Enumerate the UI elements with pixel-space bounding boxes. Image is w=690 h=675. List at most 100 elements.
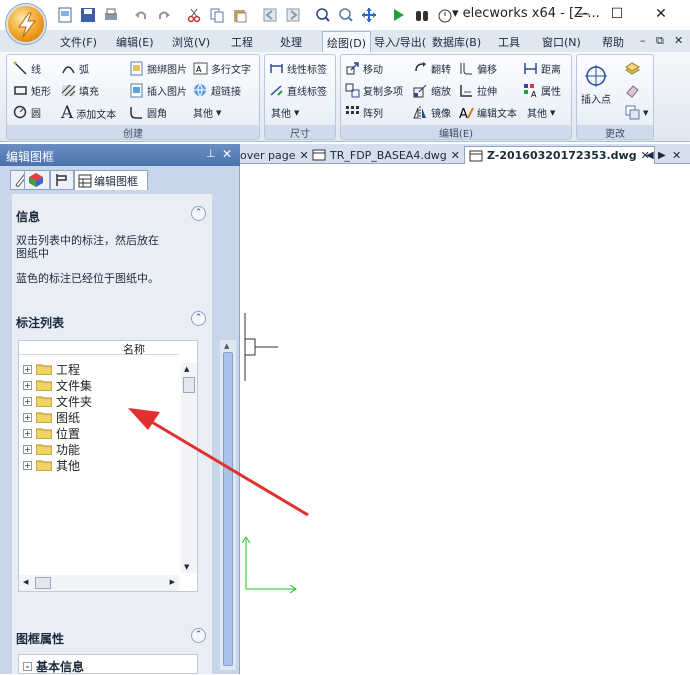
copy-icon[interactable] <box>206 4 228 26</box>
tree-item-project[interactable]: + 工程 <box>23 361 80 377</box>
title-block-marker <box>244 313 278 381</box>
tab-edit[interactable]: 编辑(E) <box>116 34 154 50</box>
ribbon-restore-icon[interactable]: ⧉ <box>656 34 664 48</box>
mtext-button[interactable]: A 多行文字 <box>193 61 251 76</box>
tab-draw[interactable]: 绘图(D) <box>322 31 372 52</box>
bind-image-button[interactable]: 捆绑图片 <box>129 61 187 76</box>
tab-help[interactable]: 帮助 <box>602 34 624 50</box>
tab-scroll-right-icon[interactable]: ▶ <box>658 146 666 164</box>
add-text-button[interactable]: A 添加文本 <box>61 103 116 123</box>
tree-horizontal-scrollbar[interactable]: ◀ ▶ <box>19 575 179 591</box>
tab-symbols[interactable] <box>50 170 74 190</box>
lightning-icon <box>18 12 36 38</box>
info-line-3: 蓝色的标注已经位于图纸中。 <box>16 272 159 285</box>
paste-icon[interactable] <box>229 4 251 26</box>
save-icon[interactable] <box>77 4 99 26</box>
fillet-button[interactable]: 圆角 <box>129 105 167 120</box>
group-create: 线 弧 捆绑图片 A 多行文字 矩形 填充 插入图片 超链接 圆 A 添加文本 圆角… <box>6 54 260 140</box>
panel-close-icon[interactable]: ✕ <box>222 147 232 161</box>
tree-item-folder[interactable]: + 文件夹 <box>23 393 92 409</box>
ucs-axis <box>242 536 297 594</box>
tree-item-other[interactable]: + 其他 <box>23 457 80 473</box>
pan-icon[interactable] <box>358 4 380 26</box>
drawing-canvas[interactable] <box>242 165 690 674</box>
hyperlink-button[interactable]: 超链接 <box>193 83 241 98</box>
attribute-button[interactable]: A 属性 <box>523 83 561 98</box>
tab-database[interactable]: 数据库(B) <box>432 34 481 50</box>
doc-tab-z-drawing[interactable]: Z-20160320172353.dwg ✕ <box>464 146 655 164</box>
stretch-button[interactable]: 拉伸 <box>459 83 497 98</box>
linear-dim-button[interactable]: 线性标签 <box>269 61 327 76</box>
tab-components[interactable] <box>24 170 50 190</box>
create-more-button[interactable]: 其他 ▼ <box>193 105 221 121</box>
doc-tab-tr-fdp[interactable]: TR_FDP_BASEA4.dwg ✕ <box>312 146 460 164</box>
expand-icon: + <box>23 412 32 422</box>
line-button[interactable]: 线 <box>13 61 41 76</box>
run-icon[interactable] <box>388 4 410 26</box>
tree-item-location[interactable]: + 位置 <box>23 425 80 441</box>
print-icon[interactable] <box>100 4 122 26</box>
edit-more-button[interactable]: 其他 ▼ <box>527 105 555 121</box>
tab-view[interactable]: 浏览(V) <box>172 34 210 50</box>
ribbon-minimize-icon[interactable]: – <box>640 34 646 47</box>
edit-text-button[interactable]: A 编辑文本 <box>459 105 517 120</box>
tree-item-fileset[interactable]: + 文件集 <box>23 377 92 393</box>
cut-icon[interactable] <box>183 4 205 26</box>
props-row-basic[interactable]: - 基本信息 <box>23 658 84 675</box>
tree-vertical-scrollbar[interactable]: ▲ ▼ <box>181 363 197 573</box>
insert-image-button[interactable]: 插入图片 <box>129 83 187 98</box>
tree-item-function[interactable]: + 功能 <box>23 441 80 457</box>
undo-icon[interactable] <box>130 4 152 26</box>
info-collapse-icon[interactable]: ⌃ <box>191 206 206 221</box>
move-button[interactable]: 移动 <box>345 61 383 76</box>
tab-scroll-left-icon[interactable]: ◀ <box>646 146 654 164</box>
fill-button[interactable]: 填充 <box>61 83 99 98</box>
doc-tab-cover-page[interactable]: over page ✕ <box>240 146 309 164</box>
binoculars-icon[interactable] <box>411 4 433 26</box>
expand-icon: + <box>23 364 32 374</box>
scale-button[interactable]: 缩放 <box>413 83 451 98</box>
pin-icon[interactable]: ⊥ <box>206 147 216 160</box>
tab-file[interactable]: 文件(F) <box>60 34 97 50</box>
ribbon-tab-bar: 文件(F) 编辑(E) 浏览(V) 工程 处理 绘图(D) 导入/导出( 数据库… <box>0 30 690 52</box>
offset-button[interactable]: 偏移 <box>459 61 497 76</box>
eraser-button[interactable] <box>625 83 640 98</box>
panel-scrollbar[interactable]: ▲ <box>220 340 236 670</box>
dim-more-button[interactable]: 其他 ▼ <box>271 105 299 121</box>
tab-edit-title-block[interactable]: 编辑图框 <box>74 170 148 190</box>
maximize-button[interactable]: ☐ <box>602 3 632 25</box>
doc-tabs-close-icon[interactable]: ✕ <box>672 146 681 164</box>
forward-icon[interactable] <box>282 4 304 26</box>
image-icon <box>130 61 143 76</box>
insert-point-button[interactable]: 插入点 <box>581 63 611 106</box>
tab-tools[interactable]: 工具 <box>498 34 520 50</box>
mirror-button[interactable]: 镜像 <box>413 105 451 120</box>
distance-button[interactable]: 距离 <box>523 61 561 76</box>
copy-multiple-button[interactable]: 复制多项 <box>345 83 403 98</box>
rect-button[interactable]: 矩形 <box>13 83 51 98</box>
zoom-extents-icon[interactable] <box>312 4 334 26</box>
circle-button[interactable]: 圆 <box>13 105 41 120</box>
tab-import-export[interactable]: 导入/导出( <box>374 34 426 50</box>
edit-title-block-panel: 编辑图框 ⊥ ✕ 编辑图框 信息 ⌃ 双击列表中的标注，然后放在 图纸中 蓝色的… <box>0 144 240 674</box>
minimize-button[interactable]: — <box>568 3 598 25</box>
properties-button[interactable]: ▼ <box>625 105 648 120</box>
tab-window[interactable]: 窗口(N) <box>542 34 581 50</box>
zoom-window-icon[interactable] <box>335 4 357 26</box>
props-collapse-icon[interactable]: ⌃ <box>191 628 206 643</box>
tab-process[interactable]: 处理 <box>280 34 302 50</box>
arc-button[interactable]: 弧 <box>61 61 89 76</box>
ribbon-close-icon[interactable]: ✕ <box>674 34 683 47</box>
app-menu-button[interactable] <box>6 4 46 44</box>
rotate-button[interactable]: 翻转 <box>413 61 451 76</box>
tree-item-drawing[interactable]: + 图纸 <box>23 409 80 425</box>
new-icon[interactable] <box>54 4 76 26</box>
tab-project[interactable]: 工程 <box>231 34 253 50</box>
layer-button[interactable] <box>625 61 640 76</box>
array-button[interactable]: 阵列 <box>345 105 383 120</box>
redo-icon[interactable] <box>153 4 175 26</box>
list-collapse-icon[interactable]: ⌃ <box>191 311 206 326</box>
close-button[interactable]: ✕ <box>646 3 676 25</box>
aligned-dim-button[interactable]: 直线标签 <box>269 83 327 98</box>
back-icon[interactable] <box>259 4 281 26</box>
